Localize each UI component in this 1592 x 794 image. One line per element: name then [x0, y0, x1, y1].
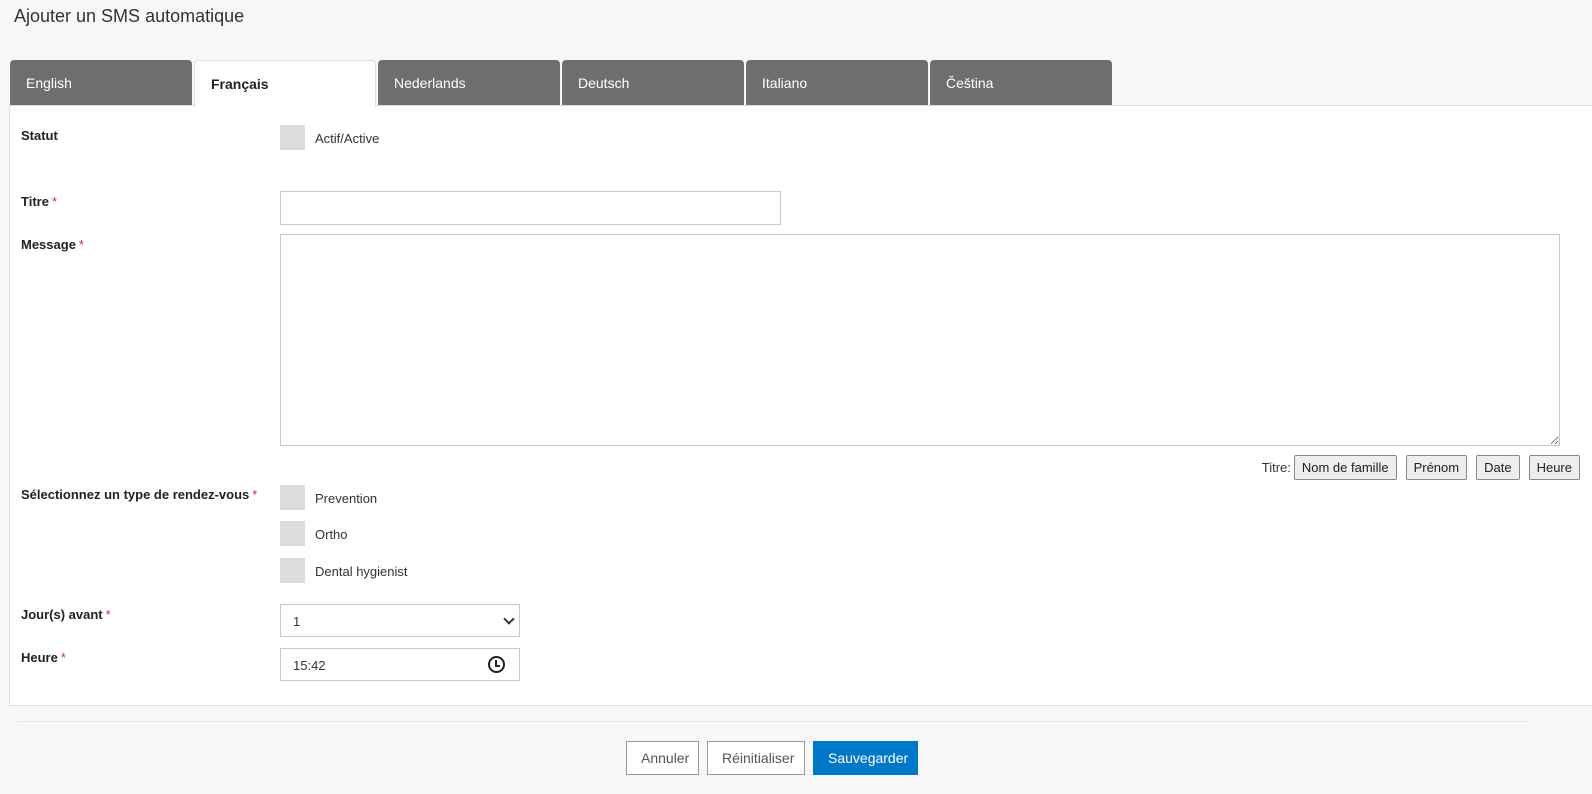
message-textarea[interactable]	[280, 234, 1560, 446]
reset-button[interactable]: Réinitialiser	[707, 741, 805, 775]
days-before-select[interactable]: 1	[280, 604, 520, 637]
tab-deutsch[interactable]: Deutsch	[562, 60, 744, 106]
required-mark: *	[51, 194, 57, 209]
required-mark: *	[60, 650, 66, 665]
days-before-label: Jour(s) avant *	[21, 607, 111, 622]
tab-english[interactable]: English	[10, 60, 192, 106]
message-variables: Titre: Nom de famille Prénom Date Heure	[1262, 455, 1580, 480]
tab-cestina[interactable]: Čeština	[930, 60, 1112, 106]
tab-francais[interactable]: Français	[194, 60, 376, 107]
chevron-down-icon	[503, 613, 515, 625]
title-input[interactable]	[280, 191, 781, 225]
variables-label: Titre:	[1261, 460, 1291, 475]
title-label: Titre *	[21, 194, 57, 209]
time-label: Heure *	[21, 650, 66, 665]
appointment-prevention-label: Prevention	[315, 491, 378, 506]
insert-last-name-button[interactable]: Nom de famille	[1293, 455, 1397, 480]
tab-nederlands[interactable]: Nederlands	[378, 60, 560, 106]
insert-time-button[interactable]: Heure	[1528, 455, 1580, 480]
appointment-type-label: Sélectionnez un type de rendez-vous *	[21, 487, 258, 502]
appointment-ortho-label: Ortho	[315, 527, 348, 542]
save-button[interactable]: Sauvegarder	[813, 741, 918, 775]
language-tabs: English Français Nederlands Deutsch Ital…	[10, 60, 1112, 107]
insert-first-name-button[interactable]: Prénom	[1405, 455, 1468, 480]
status-label: Statut	[21, 128, 58, 143]
tab-italiano[interactable]: Italiano	[746, 60, 928, 106]
insert-date-button[interactable]: Date	[1476, 455, 1520, 480]
appointment-ortho-checkbox[interactable]	[280, 521, 305, 546]
cancel-button[interactable]: Annuler	[626, 741, 699, 775]
time-value: 15:42	[293, 658, 326, 673]
page-title: Ajouter un SMS automatique	[14, 6, 245, 26]
status-checkbox[interactable]	[280, 125, 305, 150]
message-label: Message *	[21, 237, 84, 252]
required-mark: *	[252, 487, 258, 502]
form-panel: Statut Actif/Active Titre * Message * Titr…	[9, 105, 1592, 706]
footer-divider	[18, 721, 1528, 722]
time-input[interactable]: 15:42	[280, 648, 520, 681]
clock-icon[interactable]	[488, 656, 505, 673]
status-checkbox-label: Actif/Active	[315, 131, 380, 146]
appointment-dental-hygienist-label: Dental hygienist	[315, 564, 408, 579]
required-mark: *	[105, 607, 111, 622]
appointment-dental-hygienist-checkbox[interactable]	[280, 558, 305, 583]
days-before-value: 1	[293, 614, 301, 629]
appointment-prevention-checkbox[interactable]	[280, 485, 305, 510]
required-mark: *	[78, 237, 84, 252]
